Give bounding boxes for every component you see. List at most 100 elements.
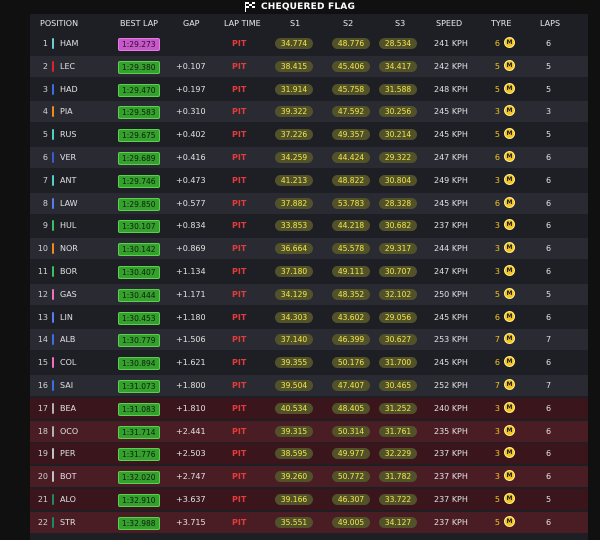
sector-2-time: 45.758 (332, 83, 370, 95)
laps-count: 7 (546, 381, 552, 390)
table-row[interactable]: 3 HAD 1:29.470 +0.197 PIT 31.914 45.758 31.588 2… (30, 78, 588, 100)
gap-value: +1.800 (176, 381, 206, 390)
team-color-stripe (52, 266, 54, 277)
driver-code: OCO (60, 426, 79, 436)
table-row[interactable]: 12 GAS 1:30.444 +1.171 PIT 34.129 48.352 32.102… (30, 283, 588, 305)
team-color-stripe (52, 38, 54, 49)
medium-tyre-icon: M (504, 105, 515, 117)
speed-trap: 250 KPH (434, 289, 468, 299)
tyre-age: 3 (494, 472, 500, 482)
medium-tyre-icon: M (504, 447, 515, 459)
sector-2-time: 45.406 (332, 60, 370, 72)
sector-2-cell: 46.307 (332, 494, 370, 505)
sector-1-time: 34.303 (275, 311, 313, 323)
best-lap-time: 1:31.083 (118, 402, 160, 416)
position-number: 18 (37, 426, 48, 436)
table-row[interactable]: 17 BEA 1:31.083 +1.810 PIT 40.534 48.405 31.252… (30, 397, 588, 419)
sector-2-time: 50.772 (332, 471, 370, 483)
table-row[interactable]: 11 BOR 1:30.407 +1.134 PIT 37.180 49.111 30.707… (30, 261, 588, 282)
team-color-stripe (52, 243, 54, 255)
table-row[interactable]: 10 NOR 1:30.142 +0.869 PIT 36.664 45.578 29.317… (30, 238, 588, 260)
sector-3-cell: 30.682 (379, 220, 417, 232)
best-lap-cell: 1:29.746 (118, 174, 160, 188)
best-lap-time: 1:31.073 (118, 380, 160, 393)
sector-3-time: 30.707 (379, 266, 417, 277)
team-color-stripe (52, 471, 54, 483)
sector-2-cell: 47.407 (332, 380, 370, 391)
sector-3-cell: 31.782 (379, 471, 417, 483)
lap-time-status: PIT (232, 153, 247, 162)
sector-2-cell: 44.218 (332, 220, 370, 232)
speed-trap: 244 KPH (434, 244, 468, 254)
sector-3-cell: 30.804 (379, 174, 417, 186)
table-row[interactable]: 19 PER 1:31.776 +2.503 PIT 38.595 49.977 32.229… (30, 443, 588, 465)
table-row[interactable]: 7 ANT 1:29.746 +0.473 PIT 41.213 48.822 30.804 2… (30, 169, 588, 191)
driver-code: LIN (60, 312, 73, 322)
sector-2-time: 44.218 (332, 220, 370, 232)
table-row[interactable]: 2 LEC 1:29.380 +0.107 PIT 38.415 45.406 34.417 2… (30, 55, 588, 77)
tyre-age: 7 (494, 335, 500, 345)
speed-trap: 237 KPH (434, 221, 468, 231)
lap-time-status: PIT (232, 221, 247, 231)
table-row[interactable]: 22 STR 1:32.988 +3.715 PIT 35.551 49.005 34.127… (30, 511, 588, 533)
sector-2-cell: 49.977 (332, 448, 370, 460)
sector-1-cell: 34.129 (275, 288, 313, 300)
team-color-stripe (52, 106, 54, 118)
lap-time-status: PIT (232, 403, 247, 413)
sector-1-cell: 34.259 (275, 152, 313, 163)
header-speed: SPEED (436, 19, 463, 28)
team-color-stripe (52, 197, 54, 209)
table-row[interactable]: 15 COL 1:30.894 +1.621 PIT 39.355 50.176 31.700… (30, 352, 588, 374)
best-lap-cell: 1:31.714 (118, 425, 160, 439)
position-number: 15 (37, 358, 48, 368)
sector-2-time: 46.399 (332, 334, 370, 346)
best-lap-cell: 1:29.675 (118, 129, 160, 143)
table-header: POSITION BEST LAP GAP LAP TIME S1 S2 S3 … (30, 16, 588, 32)
laps-count: 5 (546, 84, 552, 94)
table-row[interactable]: 6 VER 1:29.689 +0.416 PIT 34.259 44.424 29.322 2… (30, 147, 588, 168)
speed-trap: 237 KPH (434, 449, 468, 459)
sector-2-time: 47.592 (332, 106, 370, 118)
table-row[interactable]: 8 LAW 1:29.850 +0.577 PIT 37.882 53.783 28.328 2… (30, 192, 588, 214)
header-gap: GAP (183, 19, 200, 28)
speed-trap: 253 KPH (434, 335, 468, 345)
sector-2-cell: 48.776 (332, 38, 370, 49)
leaderboard-screen: CHEQUERED FLAG POSITION BEST LAP GAP LAP… (0, 0, 600, 540)
header-lap-time: LAP TIME (224, 19, 261, 28)
table-row[interactable]: 1 HAM 1:29.273 PIT 34.774 48.776 28.534 241 KPH… (30, 33, 588, 54)
table-row[interactable]: 21 ALO 1:32.910 +3.637 PIT 39.166 46.307 33.722… (30, 489, 588, 510)
best-lap-cell: 1:31.083 (118, 402, 160, 416)
driver-code: BEA (60, 403, 77, 413)
sector-3-time: 32.102 (379, 288, 417, 300)
tyre-age: 6 (494, 358, 500, 368)
best-lap-time: 1:29.380 (118, 60, 160, 74)
sector-1-time: 40.534 (275, 402, 313, 414)
sector-2-cell: 43.602 (332, 311, 370, 323)
team-color-stripe (52, 174, 54, 186)
table-row[interactable]: 20 BOT 1:32.020 +2.747 PIT 39.260 50.772 31.782… (30, 466, 588, 488)
table-row[interactable]: 9 HUL 1:30.107 +0.834 PIT 33.853 44.218 30.682 2… (30, 215, 588, 237)
gap-value: +0.197 (176, 84, 206, 94)
sector-1-time: 33.853 (275, 220, 313, 232)
table-row[interactable]: 5 RUS 1:29.675 +0.402 PIT 37.226 49.357 30.214 2… (30, 124, 588, 146)
table-row[interactable]: 18 OCO 1:31.714 +2.441 PIT 39.315 50.314 31.761… (30, 420, 588, 442)
sector-3-time: 33.722 (379, 494, 417, 505)
table-row[interactable]: 16 SAI 1:31.073 +1.800 PIT 39.504 47.407 30.465… (30, 375, 588, 396)
lap-time-status: PIT (232, 517, 247, 527)
table-row[interactable]: 14 ALB 1:30.779 +1.506 PIT 37.140 46.399 30.627… (30, 329, 588, 351)
laps-count: 6 (546, 39, 552, 48)
tyre-age: 3 (494, 175, 500, 185)
sector-1-time: 39.166 (275, 494, 313, 505)
speed-trap: 248 KPH (434, 84, 468, 94)
sector-1-time: 39.260 (275, 471, 313, 483)
sector-2-time: 44.424 (332, 152, 370, 163)
best-lap-time: 1:32.910 (118, 494, 160, 507)
tyre-age: 3 (494, 267, 500, 276)
sector-1-time: 37.140 (275, 334, 313, 346)
sector-1-time: 34.129 (275, 288, 313, 300)
table-row[interactable]: 13 LIN 1:30.453 +1.180 PIT 34.303 43.602 29.056… (30, 306, 588, 328)
best-lap-cell: 1:29.583 (118, 106, 160, 120)
sector-3-time: 28.328 (379, 197, 417, 209)
table-row[interactable]: 4 PIA 1:29.583 +0.310 PIT 39.322 47.592 30.256 2… (30, 101, 588, 123)
driver-code: COL (60, 358, 77, 368)
